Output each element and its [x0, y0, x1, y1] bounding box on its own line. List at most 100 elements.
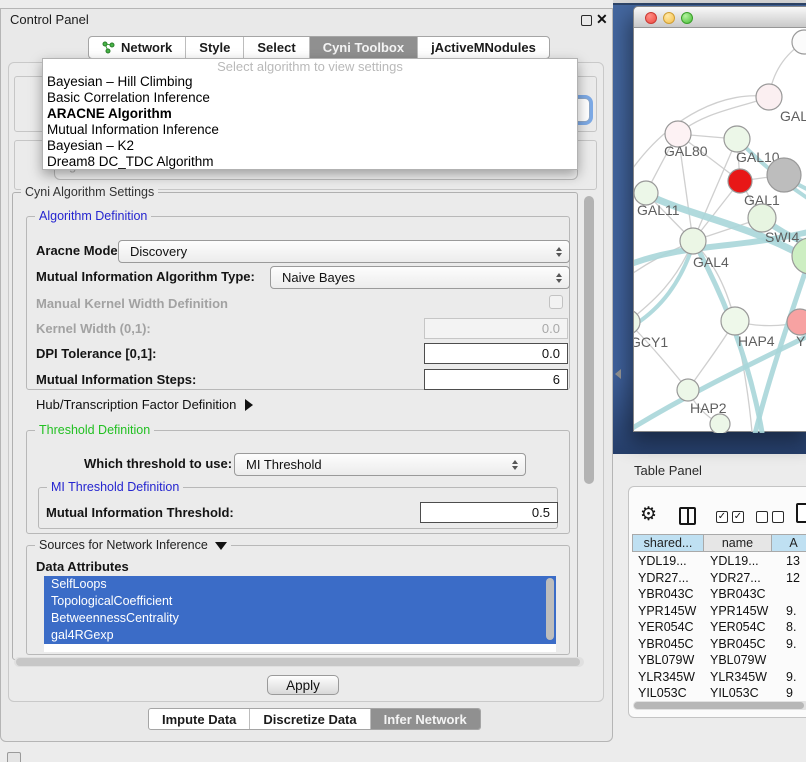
network-node[interactable]	[710, 414, 730, 433]
checkbox-checked-icon[interactable]: ✓	[716, 511, 728, 523]
network-node[interactable]	[634, 310, 640, 334]
algorithm-option[interactable]: Bayesian – K2	[43, 138, 577, 154]
network-window-titlebar[interactable]	[634, 7, 806, 28]
panel-splitter-handle[interactable]	[615, 369, 621, 379]
tab-infer-network[interactable]: Infer Network	[370, 709, 480, 729]
table-body[interactable]: YDL19...YDL19...13YDR27...YDR27...12YBR0…	[632, 553, 806, 700]
algorithm-option[interactable]: ARACNE Algorithm	[43, 106, 577, 122]
list-scrollbar[interactable]	[546, 578, 554, 640]
table-row[interactable]: YPR145WYPR145W9.	[632, 603, 806, 620]
scrollbar-thumb[interactable]	[634, 702, 804, 709]
tab-cyni-toolbox[interactable]: Cyni Toolbox	[309, 37, 417, 58]
table-cell[interactable]: YBR043C	[704, 587, 772, 601]
checkbox-unchecked-icon[interactable]	[756, 511, 768, 523]
algorithm-option[interactable]: Mutual Information Inference	[43, 122, 577, 138]
table-row[interactable]: YDL19...YDL19...13	[632, 553, 806, 570]
split-columns-icon[interactable]	[679, 507, 696, 525]
dpi-tolerance-field[interactable]: 0.0	[424, 343, 568, 364]
attribute-list-item[interactable]: TopologicalCoefficient	[44, 593, 556, 610]
network-graph[interactable]: GALGAL80GAL10GAL1GAL11SWI4GAL4GCY1HAP4YH…	[634, 28, 806, 433]
network-node[interactable]	[728, 169, 752, 193]
algorithm-option[interactable]: Dream8 DC_TDC Algorithm	[43, 154, 577, 170]
scrollbar-thumb[interactable]	[16, 658, 580, 666]
sources-group-title[interactable]: Sources for Network Inference	[35, 538, 231, 552]
hub-expander[interactable]: Hub/Transcription Factor Definition	[36, 397, 253, 412]
column-header-partial[interactable]: A	[772, 534, 806, 552]
kernel-width-field[interactable]: 0.0	[424, 318, 568, 339]
checkbox-unchecked-icon[interactable]	[772, 511, 784, 523]
attribute-list-item[interactable]: gal4RGexp	[44, 627, 556, 644]
table-cell[interactable]: YIL053C	[704, 686, 772, 700]
attribute-list-item[interactable]: BetweennessCentrality	[44, 610, 556, 627]
table-cell[interactable]: YLR345W	[632, 670, 704, 684]
table-header-row[interactable]: shared... name A	[632, 534, 806, 552]
table-cell[interactable]: YDR27...	[632, 571, 704, 585]
table-cell[interactable]: YDL19...	[632, 554, 704, 568]
gear-icon[interactable]: ⚙	[640, 503, 657, 526]
checkbox-checked-icon[interactable]: ✓	[732, 511, 744, 523]
table-row[interactable]: YDR27...YDR27...12	[632, 570, 806, 587]
table-cell[interactable]: YBR045C	[704, 637, 772, 651]
data-attributes-list[interactable]: SelfLoopsTopologicalCoefficientBetweenne…	[44, 576, 556, 652]
network-node[interactable]	[748, 204, 776, 232]
table-cell[interactable]: YLR345W	[704, 670, 772, 684]
table-cell[interactable]: YDR27...	[704, 571, 772, 585]
tab-impute-data[interactable]: Impute Data	[149, 709, 249, 729]
tab-network[interactable]: Network	[89, 37, 185, 58]
table-cell[interactable]: YIL053C	[632, 686, 704, 700]
settings-vertical-scrollbar[interactable]	[584, 196, 594, 484]
manual-kernel-checkbox[interactable]	[549, 295, 563, 309]
algorithm-option[interactable]: Basic Correlation Inference	[43, 90, 577, 106]
mi-steps-field[interactable]: 6	[424, 369, 568, 390]
network-node[interactable]	[767, 158, 801, 192]
table-cell[interactable]: 9.	[772, 670, 806, 684]
float-window-icon[interactable]	[581, 15, 592, 26]
table-cell[interactable]: YPR145W	[704, 604, 772, 618]
tab-style[interactable]: Style	[185, 37, 243, 58]
table-cell[interactable]: 9.	[772, 604, 806, 618]
table-row[interactable]: YBR043CYBR043C	[632, 586, 806, 603]
table-cell[interactable]: YER054C	[632, 620, 704, 634]
network-node[interactable]	[680, 228, 706, 254]
which-threshold-combo[interactable]: MI Threshold	[234, 453, 526, 476]
network-node[interactable]	[756, 84, 782, 110]
table-cell[interactable]: YBL079W	[704, 653, 772, 667]
aracne-mode-combo[interactable]: Discovery	[118, 240, 570, 263]
table-horizontal-scrollbar[interactable]	[633, 701, 806, 710]
table-cell[interactable]: YDL19...	[704, 554, 772, 568]
mi-threshold-field[interactable]: 0.5	[420, 502, 558, 523]
mi-type-combo[interactable]: Naive Bayes	[270, 266, 570, 289]
tab-jactivemnodules[interactable]: jActiveMNodules	[417, 37, 549, 58]
table-cell[interactable]: 13	[772, 554, 806, 568]
table-cell[interactable]: 9.	[772, 637, 806, 651]
network-node[interactable]	[721, 307, 749, 335]
table-cell[interactable]: YBR043C	[632, 587, 704, 601]
table-row[interactable]: YER054CYER054C8.	[632, 619, 806, 636]
tab-discretize-data[interactable]: Discretize Data	[249, 709, 369, 729]
close-traffic-light-icon[interactable]	[645, 12, 657, 24]
minimized-panel-icon[interactable]	[7, 752, 21, 762]
attribute-list-item[interactable]: SelfLoops	[44, 576, 556, 593]
minimize-traffic-light-icon[interactable]	[663, 12, 675, 24]
column-header-name[interactable]: name	[704, 534, 772, 552]
table-row[interactable]: YIL053CYIL053C9	[632, 685, 806, 700]
close-icon[interactable]: ✕	[596, 11, 608, 28]
table-cell[interactable]: YBR045C	[632, 637, 704, 651]
algorithm-option[interactable]: Bayesian – Hill Climbing	[43, 74, 577, 90]
column-header-shared[interactable]: shared...	[632, 534, 704, 552]
table-cell[interactable]: YBL079W	[632, 653, 704, 667]
table-cell[interactable]: 8.	[772, 620, 806, 634]
table-row[interactable]: YLR345WYLR345W9.	[632, 669, 806, 686]
table-cell[interactable]: 12	[772, 571, 806, 585]
table-cell[interactable]: YER054C	[704, 620, 772, 634]
table-row[interactable]: YBR045CYBR045C9.	[632, 636, 806, 653]
document-icon[interactable]	[796, 503, 806, 523]
table-row[interactable]: YBL079WYBL079W	[632, 652, 806, 669]
tab-select[interactable]: Select	[243, 37, 308, 58]
table-cell[interactable]: 9	[772, 686, 806, 700]
zoom-traffic-light-icon[interactable]	[681, 12, 693, 24]
table-cell[interactable]: YPR145W	[632, 604, 704, 618]
apply-button[interactable]: Apply	[267, 675, 339, 695]
network-node[interactable]	[677, 379, 699, 401]
settings-horizontal-scrollbar[interactable]	[14, 657, 584, 667]
